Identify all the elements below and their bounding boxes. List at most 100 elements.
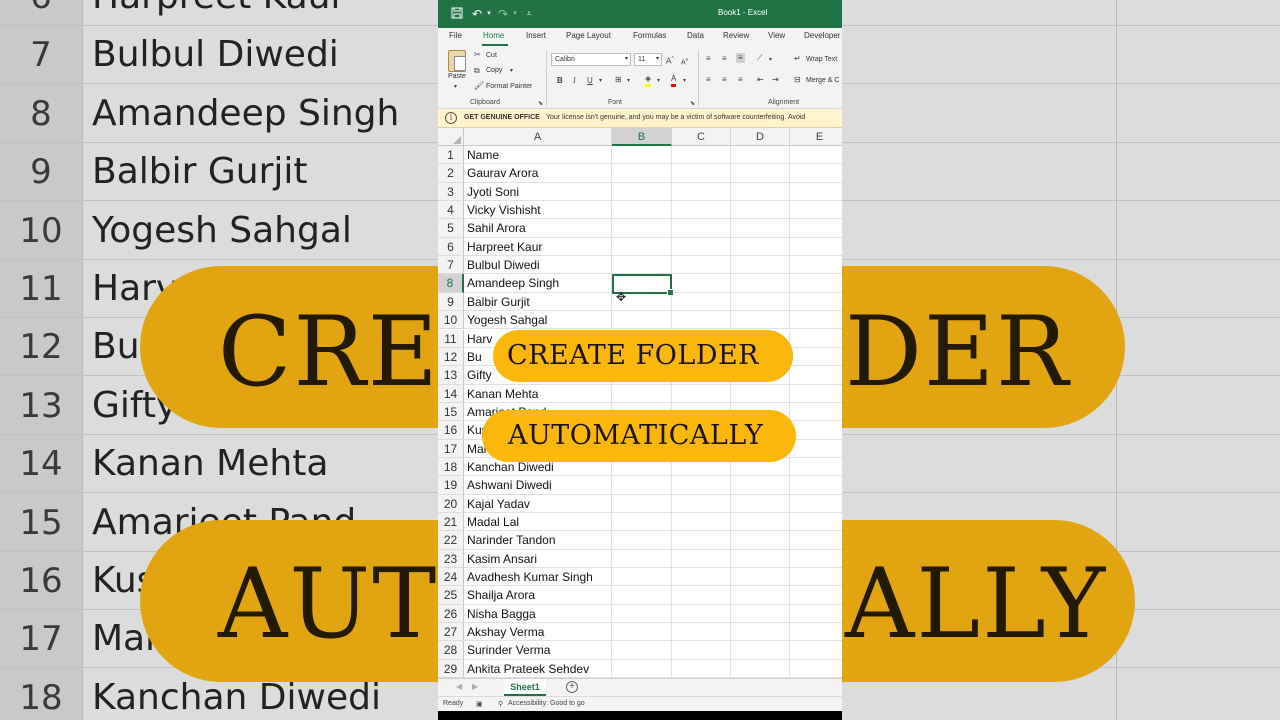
row-header[interactable]: 13 [438, 366, 464, 385]
cell-c[interactable] [672, 256, 731, 275]
tab-formulas[interactable]: Formulas [633, 31, 666, 40]
format-painter-icon[interactable]: 🖌 [474, 81, 484, 91]
cell-b[interactable] [612, 659, 672, 679]
cell-e[interactable] [790, 440, 842, 458]
cell-d[interactable] [731, 513, 790, 532]
cell-e[interactable] [790, 660, 842, 679]
row-header[interactable]: 3 [438, 182, 464, 202]
merge-icon[interactable]: ⊟ [794, 75, 801, 85]
cell-a[interactable]: Amandeep Singh [464, 274, 612, 293]
row-header[interactable]: 18 [438, 457, 464, 477]
cell-d[interactable] [731, 164, 790, 183]
row-header[interactable]: 4 [438, 201, 464, 220]
cell-d[interactable] [731, 274, 790, 293]
cell-d[interactable] [731, 219, 790, 238]
format-painter-button[interactable]: Format Painter [486, 83, 532, 90]
tab-page-layout[interactable]: Page Layout [566, 31, 611, 40]
column-header-a[interactable]: A [464, 128, 612, 146]
cell-e[interactable] [790, 550, 842, 569]
cell-a[interactable]: Madal Lal [464, 513, 612, 532]
italic-button[interactable]: I [573, 76, 576, 86]
tab-data[interactable]: Data [687, 31, 704, 40]
cell-c[interactable] [672, 549, 731, 569]
cell-d[interactable] [731, 623, 790, 642]
cell-d[interactable] [731, 568, 790, 587]
cell-c[interactable] [672, 641, 731, 660]
cell-d[interactable] [731, 641, 790, 660]
cell-a[interactable]: Narinder Tandon [464, 531, 612, 550]
cell-e[interactable] [790, 366, 842, 385]
cell-a[interactable]: Sahil Arora [464, 219, 612, 238]
cell-b[interactable] [612, 219, 672, 238]
cell-e[interactable] [790, 421, 842, 440]
cell-c[interactable] [672, 659, 731, 679]
underline-button[interactable]: U [587, 76, 593, 86]
align-bottom-icon[interactable]: ≡ [736, 53, 745, 63]
cell-d[interactable] [731, 494, 790, 513]
cell-e[interactable] [790, 348, 842, 367]
cell-b[interactable] [612, 494, 672, 513]
font-size-select[interactable]: 11 ▾ [634, 53, 662, 66]
cell-d[interactable] [731, 182, 790, 202]
row-header[interactable]: 29 [438, 659, 464, 679]
cell-e[interactable] [790, 164, 842, 183]
cell-b[interactable] [612, 201, 672, 220]
row-header[interactable]: 19 [438, 476, 464, 495]
cell-b[interactable] [612, 604, 672, 624]
cell-e[interactable] [790, 623, 842, 642]
column-header-e[interactable]: E [790, 128, 842, 146]
font-launcher-icon[interactable]: ⬊ [690, 99, 695, 109]
cell-b[interactable] [612, 641, 672, 660]
row-header[interactable]: 11 [438, 329, 464, 348]
cell-e[interactable] [790, 513, 842, 532]
macro-record-icon[interactable]: ▣ [476, 700, 483, 708]
save-icon[interactable] [450, 7, 464, 21]
cell-c[interactable] [672, 311, 731, 330]
cell-e[interactable] [790, 219, 842, 238]
cell-e[interactable] [790, 568, 842, 587]
customize-toolbar-icon[interactable]: ⩡ [522, 7, 536, 21]
cell-a[interactable]: Akshay Verma [464, 623, 612, 642]
row-header[interactable]: 12 [438, 347, 464, 367]
tab-review[interactable]: Review [723, 31, 749, 40]
cell-a[interactable]: Kajal Yadav [464, 494, 612, 513]
underline-dropdown-icon[interactable]: ▾ [599, 76, 602, 86]
cell-c[interactable] [672, 201, 731, 220]
cell-b[interactable] [612, 586, 672, 605]
cell-b[interactable] [612, 549, 672, 569]
row-header[interactable]: 10 [438, 311, 464, 330]
cell-a[interactable]: Balbir Gurjit [464, 292, 612, 312]
bold-button[interactable]: B [557, 76, 563, 86]
cell-c[interactable] [672, 604, 731, 624]
cell-a[interactable]: Surinder Verma [464, 641, 612, 660]
cell-d[interactable] [731, 604, 790, 624]
sheet-tab-sheet1[interactable]: Sheet1 [504, 679, 546, 696]
cell-d[interactable] [731, 476, 790, 495]
align-top-icon[interactable]: ≡ [706, 54, 711, 64]
cell-b[interactable] [612, 164, 672, 183]
cell-b[interactable] [612, 146, 672, 165]
cell-c[interactable] [672, 237, 731, 257]
cell-e[interactable] [790, 238, 842, 257]
row-header[interactable]: 6 [438, 237, 464, 257]
copy-dropdown-icon[interactable]: ▾ [510, 66, 513, 76]
cell-d[interactable] [731, 146, 790, 165]
redo-dropdown-icon[interactable]: ▾ [508, 7, 522, 21]
cell-c[interactable] [672, 513, 731, 532]
cell-c[interactable] [672, 146, 731, 165]
tab-developer[interactable]: Developer [804, 31, 840, 40]
cell-e[interactable] [790, 641, 842, 660]
font-color-dropdown-icon[interactable]: ▾ [683, 76, 686, 86]
cell-d[interactable] [731, 659, 790, 679]
row-header[interactable]: 5 [438, 219, 464, 238]
undo-dropdown-icon[interactable]: ▾ [482, 7, 496, 21]
orientation-icon[interactable]: ⟋ [757, 53, 763, 63]
column-header-d[interactable]: D [731, 128, 790, 146]
align-left-icon[interactable]: ≡ [706, 75, 711, 85]
cell-d[interactable] [731, 586, 790, 605]
row-header[interactable]: 28 [438, 641, 464, 660]
cell-e[interactable] [790, 293, 842, 312]
cell-a[interactable]: Name [464, 146, 612, 165]
align-center-icon[interactable]: ≡ [722, 75, 727, 85]
paste-icon[interactable] [448, 50, 466, 72]
